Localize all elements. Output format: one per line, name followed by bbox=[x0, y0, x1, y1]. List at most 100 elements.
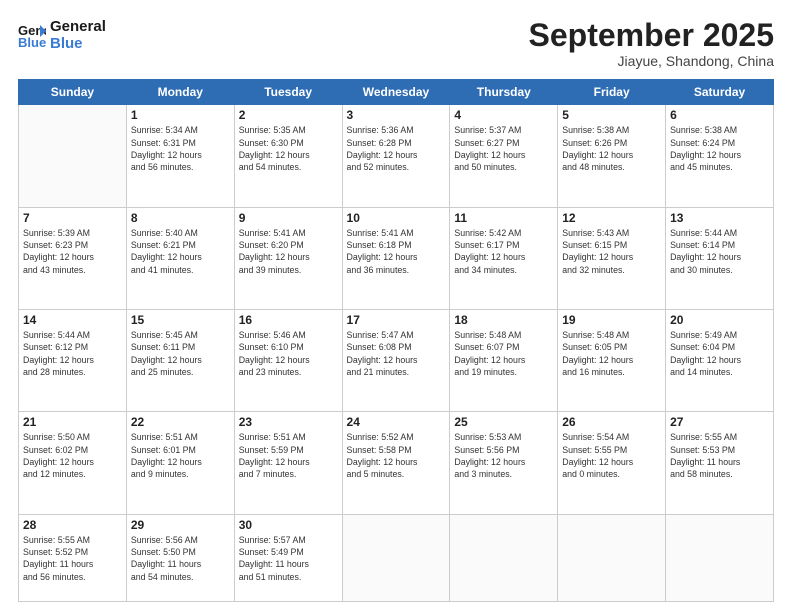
day-header-sunday: Sunday bbox=[19, 80, 127, 105]
header: General Blue General Blue September 2025… bbox=[18, 18, 774, 69]
cell-content: Sunrise: 5:39 AM Sunset: 6:23 PM Dayligh… bbox=[23, 227, 122, 276]
day-number: 9 bbox=[239, 211, 338, 225]
calendar-cell: 5 Sunrise: 5:38 AM Sunset: 6:26 PM Daylig… bbox=[558, 105, 666, 207]
day-header-monday: Monday bbox=[126, 80, 234, 105]
cell-content: Sunrise: 5:48 AM Sunset: 6:07 PM Dayligh… bbox=[454, 329, 553, 378]
title-block: September 2025 Jiayue, Shandong, China bbox=[529, 18, 774, 69]
cell-content: Sunrise: 5:51 AM Sunset: 5:59 PM Dayligh… bbox=[239, 431, 338, 480]
cell-content: Sunrise: 5:38 AM Sunset: 6:24 PM Dayligh… bbox=[670, 124, 769, 173]
location-subtitle: Jiayue, Shandong, China bbox=[529, 53, 774, 69]
calendar-cell: 19Sunrise: 5:48 AM Sunset: 6:05 PM Dayli… bbox=[558, 309, 666, 411]
day-number: 7 bbox=[23, 211, 122, 225]
logo-icon: General Blue bbox=[18, 21, 46, 49]
day-header-thursday: Thursday bbox=[450, 80, 558, 105]
day-number: 28 bbox=[23, 518, 122, 532]
logo-line2: Blue bbox=[50, 35, 106, 52]
cell-content: Sunrise: 5:56 AM Sunset: 5:50 PM Dayligh… bbox=[131, 534, 230, 583]
calendar-cell: 21 Sunrise: 5:50 AM Sunset: 6:02 PM Dayli… bbox=[19, 412, 127, 514]
calendar-cell: 9 Sunrise: 5:41 AM Sunset: 6:20 PM Daylig… bbox=[234, 207, 342, 309]
day-number: 30 bbox=[239, 518, 338, 532]
calendar-header-row: SundayMondayTuesdayWednesdayThursdayFrid… bbox=[19, 80, 774, 105]
day-number: 5 bbox=[562, 108, 661, 122]
day-header-tuesday: Tuesday bbox=[234, 80, 342, 105]
calendar-cell: 22 Sunrise: 5:51 AM Sunset: 6:01 PM Dayli… bbox=[126, 412, 234, 514]
cell-content: Sunrise: 5:47 AM Sunset: 6:08 PM Dayligh… bbox=[347, 329, 446, 378]
calendar-cell bbox=[450, 514, 558, 601]
calendar-cell: 26 Sunrise: 5:54 AM Sunset: 5:55 PM Dayli… bbox=[558, 412, 666, 514]
week-row-5: 28 Sunrise: 5:55 AM Sunset: 5:52 PM Dayli… bbox=[19, 514, 774, 601]
calendar-cell bbox=[342, 514, 450, 601]
day-number: 12 bbox=[562, 211, 661, 225]
cell-content: Sunrise: 5:34 AM Sunset: 6:31 PM Dayligh… bbox=[131, 124, 230, 173]
day-number: 18 bbox=[454, 313, 553, 327]
day-number: 16 bbox=[239, 313, 338, 327]
cell-content: Sunrise: 5:42 AM Sunset: 6:17 PM Dayligh… bbox=[454, 227, 553, 276]
day-number: 17 bbox=[347, 313, 446, 327]
cell-content: Sunrise: 5:40 AM Sunset: 6:21 PM Dayligh… bbox=[131, 227, 230, 276]
calendar-cell: 16 Sunrise: 5:46 AM Sunset: 6:10 PM Dayli… bbox=[234, 309, 342, 411]
calendar-cell: 29Sunrise: 5:56 AM Sunset: 5:50 PM Dayli… bbox=[126, 514, 234, 601]
cell-content: Sunrise: 5:55 AM Sunset: 5:52 PM Dayligh… bbox=[23, 534, 122, 583]
calendar-cell: 24 Sunrise: 5:52 AM Sunset: 5:58 PM Dayli… bbox=[342, 412, 450, 514]
logo-line1: General bbox=[50, 18, 106, 35]
cell-content: Sunrise: 5:38 AM Sunset: 6:26 PM Dayligh… bbox=[562, 124, 661, 173]
day-number: 4 bbox=[454, 108, 553, 122]
calendar-cell: 13 Sunrise: 5:44 AM Sunset: 6:14 PM Dayli… bbox=[666, 207, 774, 309]
calendar-cell: 20 Sunrise: 5:49 AM Sunset: 6:04 PM Dayli… bbox=[666, 309, 774, 411]
day-number: 8 bbox=[131, 211, 230, 225]
calendar-cell: 2Sunrise: 5:35 AM Sunset: 6:30 PM Daylig… bbox=[234, 105, 342, 207]
calendar-cell: 6 Sunrise: 5:38 AM Sunset: 6:24 PM Daylig… bbox=[666, 105, 774, 207]
cell-content: Sunrise: 5:44 AM Sunset: 6:14 PM Dayligh… bbox=[670, 227, 769, 276]
day-number: 13 bbox=[670, 211, 769, 225]
week-row-3: 14Sunrise: 5:44 AM Sunset: 6:12 PM Dayli… bbox=[19, 309, 774, 411]
calendar-cell: 28 Sunrise: 5:55 AM Sunset: 5:52 PM Dayli… bbox=[19, 514, 127, 601]
day-number: 15 bbox=[131, 313, 230, 327]
calendar-cell: 8 Sunrise: 5:40 AM Sunset: 6:21 PM Daylig… bbox=[126, 207, 234, 309]
day-number: 19 bbox=[562, 313, 661, 327]
calendar-cell bbox=[666, 514, 774, 601]
cell-content: Sunrise: 5:54 AM Sunset: 5:55 PM Dayligh… bbox=[562, 431, 661, 480]
day-number: 24 bbox=[347, 415, 446, 429]
cell-content: Sunrise: 5:37 AM Sunset: 6:27 PM Dayligh… bbox=[454, 124, 553, 173]
day-number: 6 bbox=[670, 108, 769, 122]
calendar-cell: 30 Sunrise: 5:57 AM Sunset: 5:49 PM Dayli… bbox=[234, 514, 342, 601]
calendar-table: SundayMondayTuesdayWednesdayThursdayFrid… bbox=[18, 79, 774, 602]
calendar-cell: 27Sunrise: 5:55 AM Sunset: 5:53 PM Dayli… bbox=[666, 412, 774, 514]
calendar-cell: 10Sunrise: 5:41 AM Sunset: 6:18 PM Dayli… bbox=[342, 207, 450, 309]
week-row-1: 1 Sunrise: 5:34 AM Sunset: 6:31 PM Daylig… bbox=[19, 105, 774, 207]
day-header-wednesday: Wednesday bbox=[342, 80, 450, 105]
day-number: 26 bbox=[562, 415, 661, 429]
calendar-cell bbox=[19, 105, 127, 207]
svg-text:Blue: Blue bbox=[18, 35, 46, 49]
cell-content: Sunrise: 5:51 AM Sunset: 6:01 PM Dayligh… bbox=[131, 431, 230, 480]
day-number: 22 bbox=[131, 415, 230, 429]
cell-content: Sunrise: 5:57 AM Sunset: 5:49 PM Dayligh… bbox=[239, 534, 338, 583]
cell-content: Sunrise: 5:49 AM Sunset: 6:04 PM Dayligh… bbox=[670, 329, 769, 378]
cell-content: Sunrise: 5:41 AM Sunset: 6:20 PM Dayligh… bbox=[239, 227, 338, 276]
cell-content: Sunrise: 5:52 AM Sunset: 5:58 PM Dayligh… bbox=[347, 431, 446, 480]
cell-content: Sunrise: 5:44 AM Sunset: 6:12 PM Dayligh… bbox=[23, 329, 122, 378]
calendar-cell: 17 Sunrise: 5:47 AM Sunset: 6:08 PM Dayli… bbox=[342, 309, 450, 411]
day-number: 25 bbox=[454, 415, 553, 429]
month-title: September 2025 bbox=[529, 18, 774, 53]
calendar-cell: 15 Sunrise: 5:45 AM Sunset: 6:11 PM Dayli… bbox=[126, 309, 234, 411]
day-number: 21 bbox=[23, 415, 122, 429]
page: General Blue General Blue September 2025… bbox=[0, 0, 792, 612]
day-number: 1 bbox=[131, 108, 230, 122]
day-header-saturday: Saturday bbox=[666, 80, 774, 105]
cell-content: Sunrise: 5:36 AM Sunset: 6:28 PM Dayligh… bbox=[347, 124, 446, 173]
calendar-cell: 11Sunrise: 5:42 AM Sunset: 6:17 PM Dayli… bbox=[450, 207, 558, 309]
calendar-cell: 1 Sunrise: 5:34 AM Sunset: 6:31 PM Daylig… bbox=[126, 105, 234, 207]
day-number: 10 bbox=[347, 211, 446, 225]
day-number: 20 bbox=[670, 313, 769, 327]
day-header-friday: Friday bbox=[558, 80, 666, 105]
calendar-cell: 14Sunrise: 5:44 AM Sunset: 6:12 PM Dayli… bbox=[19, 309, 127, 411]
calendar-cell: 7 Sunrise: 5:39 AM Sunset: 6:23 PM Daylig… bbox=[19, 207, 127, 309]
week-row-4: 21 Sunrise: 5:50 AM Sunset: 6:02 PM Dayli… bbox=[19, 412, 774, 514]
day-number: 3 bbox=[347, 108, 446, 122]
cell-content: Sunrise: 5:46 AM Sunset: 6:10 PM Dayligh… bbox=[239, 329, 338, 378]
cell-content: Sunrise: 5:35 AM Sunset: 6:30 PM Dayligh… bbox=[239, 124, 338, 173]
cell-content: Sunrise: 5:45 AM Sunset: 6:11 PM Dayligh… bbox=[131, 329, 230, 378]
week-row-2: 7 Sunrise: 5:39 AM Sunset: 6:23 PM Daylig… bbox=[19, 207, 774, 309]
cell-content: Sunrise: 5:50 AM Sunset: 6:02 PM Dayligh… bbox=[23, 431, 122, 480]
